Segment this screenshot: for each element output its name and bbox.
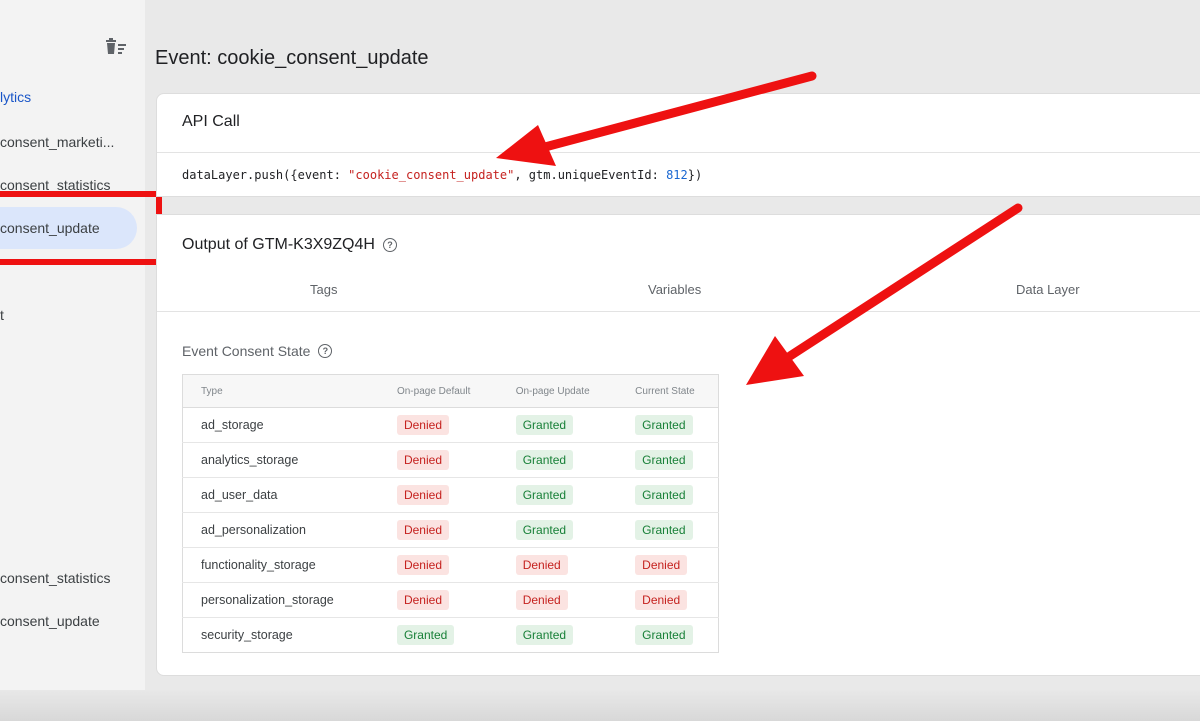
consent-type-cell: ad_storage [182, 407, 379, 443]
consent-type-cell: ad_personalization [182, 512, 379, 548]
consent-type-cell: analytics_storage [182, 442, 379, 478]
consent-current-cell: Denied [617, 547, 719, 583]
status-badge: Granted [635, 520, 693, 540]
table-row: functionality_storage Denied Denied Denied [182, 547, 719, 583]
consent-update-cell: Granted [497, 477, 618, 513]
page-title: Event: cookie_consent_update [155, 47, 429, 69]
tab-variables[interactable]: Variables [648, 282, 701, 297]
tab-tags[interactable]: Tags [310, 282, 337, 297]
code-event-id: 812 [666, 168, 688, 182]
consent-state-title-row: Event Consent State ? [182, 343, 333, 359]
consent-update-cell: Granted [497, 512, 618, 548]
status-badge: Granted [515, 450, 574, 470]
api-call-card: API Call dataLayer.push({event: "cookie_… [156, 93, 1200, 197]
consent-default-cell: Granted [379, 618, 498, 653]
sidebar-item-truncated[interactable]: t [0, 307, 4, 323]
status-badge: Granted [635, 625, 693, 645]
sidebar-item-consent-update-2[interactable]: consent_update [0, 613, 100, 629]
clear-messages-icon[interactable] [104, 36, 128, 56]
tab-data-layer[interactable]: Data Layer [1016, 282, 1080, 297]
consent-update-cell: Denied [497, 547, 618, 583]
sidebar: lytics consent_marketi... consent_statis… [0, 0, 145, 721]
api-call-code: dataLayer.push({event: "cookie_consent_u… [182, 168, 702, 182]
api-call-title: API Call [182, 113, 240, 130]
table-row: ad_personalization Denied Granted Granted [182, 512, 719, 548]
consent-current-cell: Denied [617, 582, 719, 618]
code-mid: , gtm.uniqueEventId: [514, 168, 667, 182]
consent-state-title: Event Consent State [182, 343, 311, 359]
column-header: On-page Default [378, 374, 498, 408]
table-header-row: Type On-page Default On-page Update Curr… [182, 374, 719, 408]
consent-default-cell: Denied [378, 477, 498, 513]
sidebar-item-consent-marketing[interactable]: consent_marketi... [0, 134, 114, 150]
status-badge: Granted [635, 485, 693, 505]
status-badge: Denied [515, 590, 568, 610]
consent-type-cell: security_storage [201, 628, 293, 642]
table-row: analytics_storage Denied Granted Granted [182, 442, 719, 478]
status-badge: Granted [635, 450, 693, 470]
status-badge: Denied [396, 450, 449, 470]
status-badge: Granted [515, 520, 574, 540]
consent-type-cell: functionality_storage [182, 547, 379, 583]
table-row: personalization_storage Denied Denied Denie… [182, 582, 719, 618]
column-header: On-page Update [497, 374, 618, 408]
output-title: Output of GTM-K3X9ZQ4H [182, 236, 375, 253]
status-badge: Denied [515, 555, 568, 575]
consent-update-cell: Granted [497, 407, 618, 443]
help-icon[interactable]: ? [382, 238, 397, 252]
consent-update-cell: Granted [498, 618, 617, 653]
consent-type-cell: ad_user_data [182, 477, 379, 513]
table-row: security_storage Granted Granted Granted [183, 618, 719, 653]
status-badge: Denied [396, 520, 449, 540]
column-header: Current State [617, 374, 719, 408]
help-icon[interactable]: ? [318, 344, 333, 358]
consent-state-table: Type On-page Default On-page Update Curr… [182, 374, 719, 653]
consent-default-cell: Denied [378, 582, 498, 618]
code-prefix: dataLayer.push({event: [182, 168, 349, 182]
status-badge: Granted [515, 625, 574, 645]
status-badge: Denied [396, 590, 449, 610]
consent-current-cell: Granted [617, 477, 719, 513]
table-row: ad_user_data Denied Granted Granted [182, 477, 719, 513]
status-badge: Granted [515, 415, 574, 435]
code-event-name: "cookie_consent_update" [348, 168, 515, 182]
table-row: ad_storage Denied Granted Granted [182, 407, 719, 443]
consent-update-cell: Granted [497, 442, 618, 478]
sidebar-item-consent-statistics[interactable]: consent_statistics [0, 177, 111, 191]
highlight-box [0, 191, 162, 265]
status-badge: Granted [396, 625, 455, 645]
output-card: Output of GTM-K3X9ZQ4H ? Tags Variables … [156, 214, 1200, 676]
consent-default-cell: Denied [378, 547, 498, 583]
consent-default-cell: Denied [378, 407, 498, 443]
consent-current-cell: Granted [617, 512, 719, 548]
status-badge: Granted [635, 415, 693, 435]
divider [157, 152, 1200, 153]
status-badge: Denied [396, 555, 449, 575]
consent-current-cell: Granted [617, 407, 719, 443]
column-header: Type [182, 374, 379, 408]
bottom-edge [0, 690, 1200, 721]
sidebar-item-consent-statistics-2[interactable]: consent_statistics [0, 570, 111, 586]
status-badge: Granted [515, 485, 574, 505]
consent-default-cell: Denied [378, 512, 498, 548]
code-suffix: }) [687, 168, 703, 182]
status-badge: Denied [635, 555, 688, 575]
output-tabs: Tags Variables Data Layer [157, 273, 1200, 312]
status-badge: Denied [396, 415, 449, 435]
consent-current-cell: Granted [617, 442, 719, 478]
status-badge: Denied [396, 485, 449, 505]
consent-default-cell: Denied [378, 442, 498, 478]
consent-type-cell: personalization_storage [182, 582, 379, 618]
consent-current-cell: Granted [617, 618, 718, 653]
consent-update-cell: Denied [497, 582, 618, 618]
sidebar-item-analytics[interactable]: lytics [0, 89, 31, 105]
status-badge: Denied [635, 590, 688, 610]
output-title-row: Output of GTM-K3X9ZQ4H ? [182, 236, 397, 254]
